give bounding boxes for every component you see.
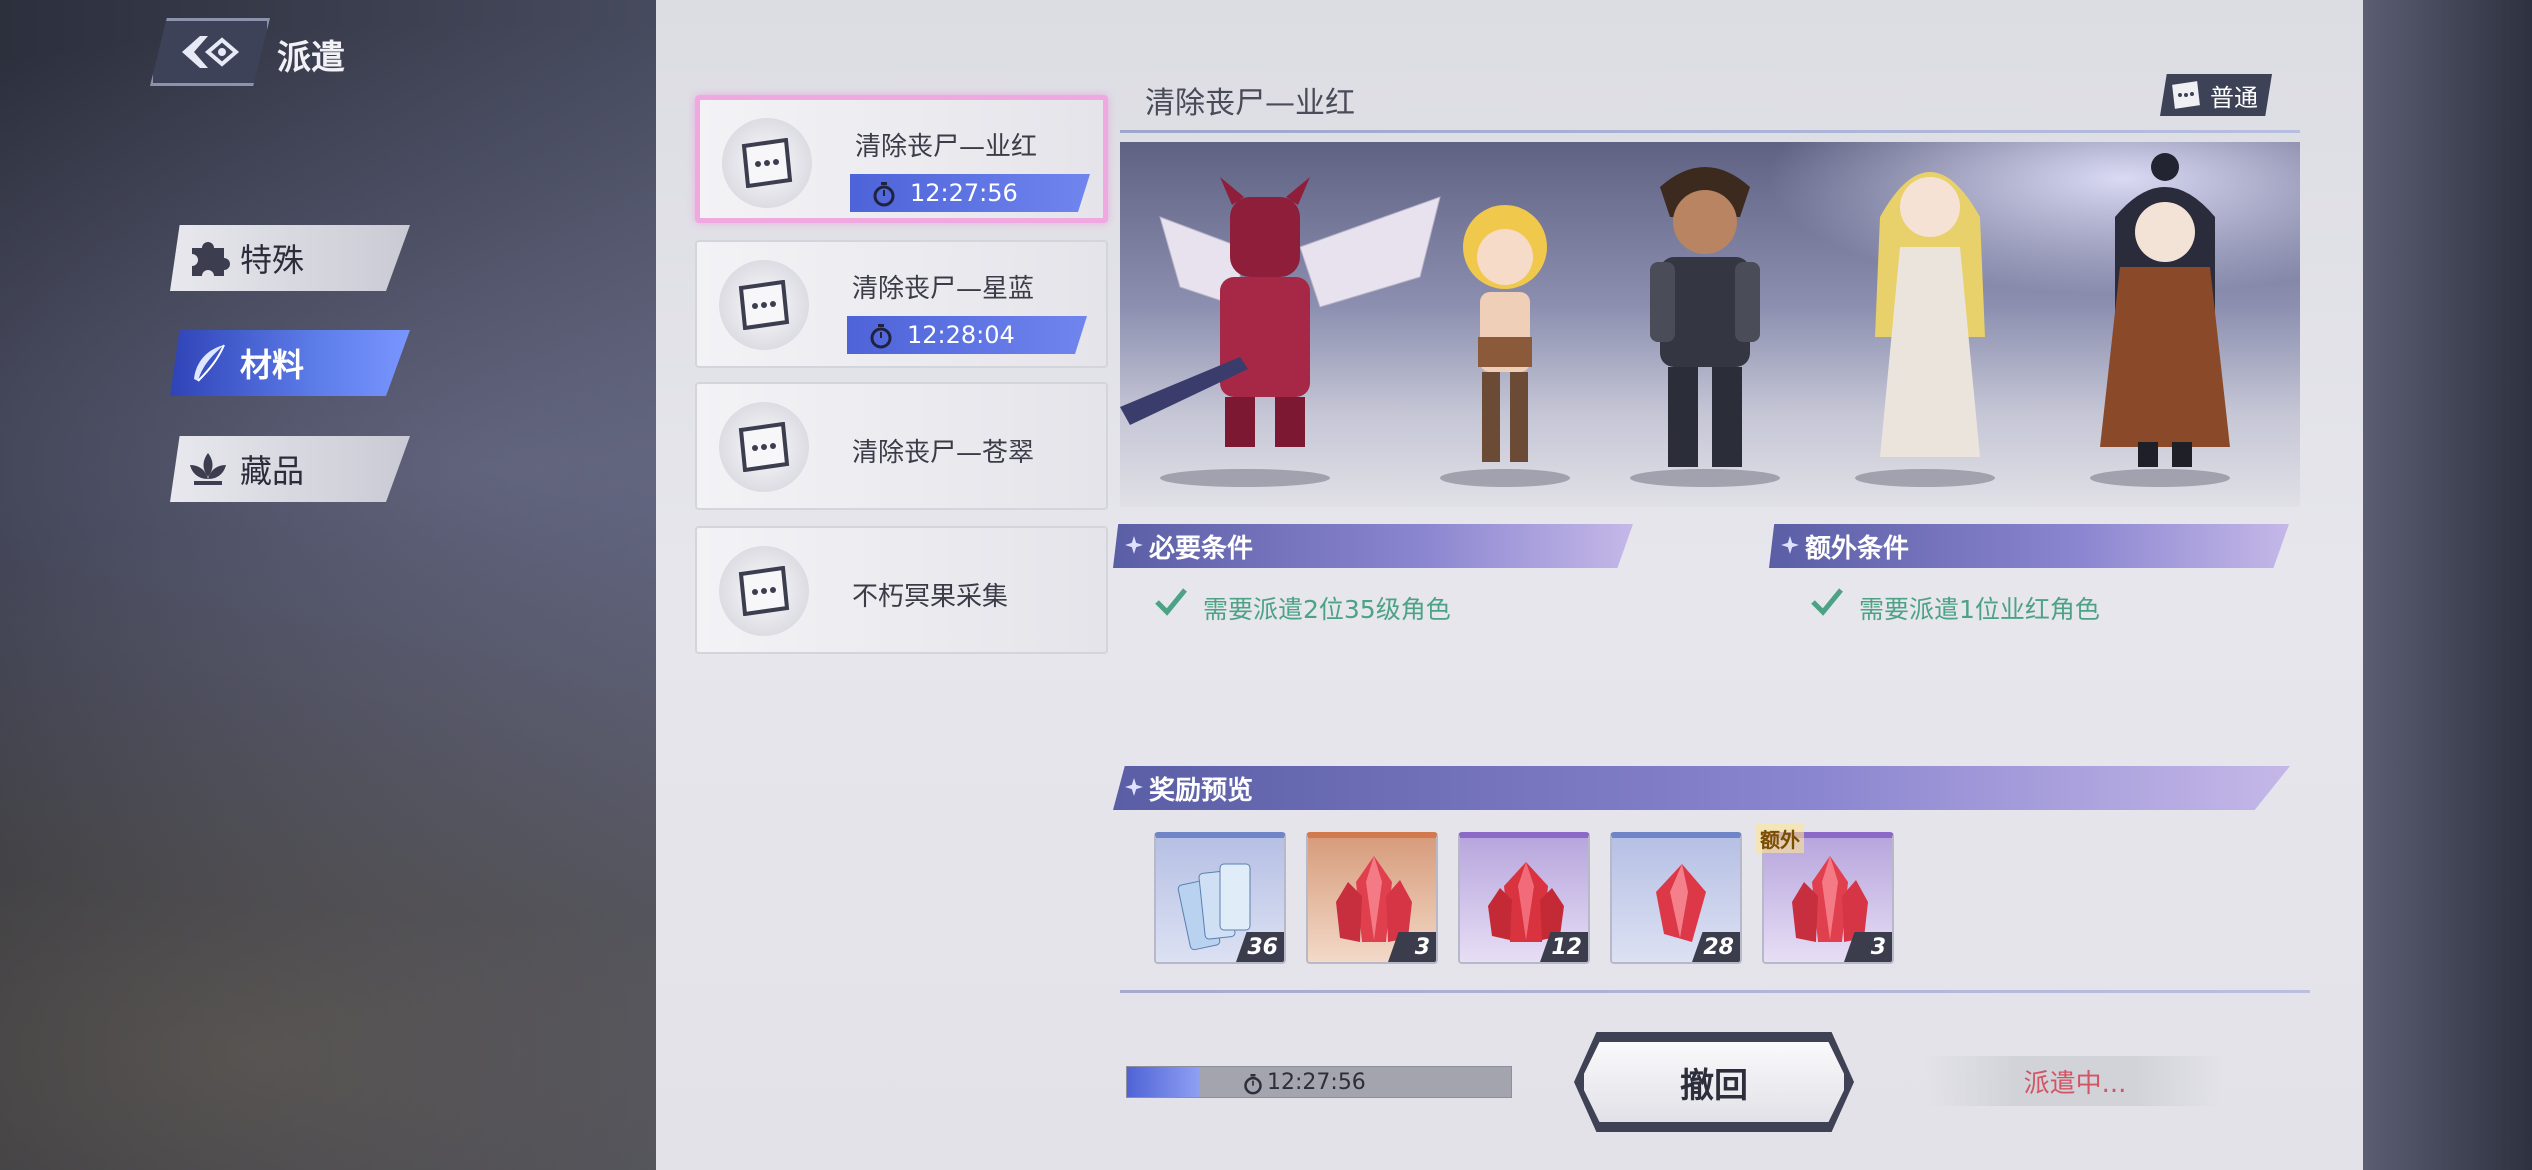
stopwatch-icon — [1244, 1074, 1262, 1095]
task-item-crimson[interactable]: 清除丧尸—业红 12:27:56 — [695, 95, 1108, 223]
background-edge — [2363, 0, 2532, 1170]
scroll-icon — [722, 118, 812, 208]
page-title: 派遣 — [277, 38, 345, 78]
character-cloaked-girl — [2100, 153, 2230, 467]
category-tab-collection[interactable]: 藏品 — [170, 436, 410, 502]
banner-label: 必要条件 — [1149, 533, 1254, 564]
extra-conditions-header: 额外条件 — [1769, 524, 2289, 568]
task-timer: 12:27:56 — [850, 174, 1090, 212]
star-icon — [1125, 536, 1143, 554]
star-icon — [1781, 536, 1799, 554]
scroll-icon — [719, 546, 809, 636]
character-white-dress-lady — [1875, 172, 1985, 457]
recall-button[interactable]: 撤回 — [1580, 1038, 1848, 1126]
star-icon — [1125, 778, 1143, 796]
task-name: 清除丧尸—星蓝 — [852, 274, 1035, 304]
task-item-verdant[interactable]: 清除丧尸—苍翠 — [695, 382, 1108, 510]
task-name: 清除丧尸—苍翠 — [852, 438, 1035, 468]
reward-item[interactable]: 12 — [1458, 832, 1590, 964]
back-arrow-icon — [182, 36, 240, 68]
extra-condition: 需要派遣1位业红角色 — [1811, 588, 2100, 626]
task-name: 清除丧尸—业红 — [855, 132, 1038, 162]
task-name: 不朽冥果采集 — [852, 582, 1009, 612]
required-condition-text: 需要派遣2位35级角色 — [1203, 595, 1451, 624]
character-blonde-fighter — [1463, 205, 1547, 462]
required-condition: 需要派遣2位35级角色 — [1155, 588, 1451, 626]
category-label: 藏品 — [240, 452, 305, 490]
reward-item[interactable]: 28 — [1610, 832, 1742, 964]
task-timer: 12:28:04 — [847, 316, 1087, 354]
category-tab-special[interactable]: 特殊 — [170, 225, 410, 291]
task-item-immortal-fruit[interactable]: 不朽冥果采集 — [695, 526, 1108, 654]
character-armored-warrior — [1650, 167, 1760, 467]
lotus-icon — [190, 453, 226, 485]
back-button[interactable] — [150, 18, 270, 86]
scroll-icon — [719, 260, 809, 350]
task-timer-text: 12:27:56 — [910, 179, 1018, 207]
dispatch-status: 派遣中... — [1925, 1056, 2225, 1106]
mission-title: 清除丧尸—业红 — [1145, 86, 1355, 121]
puzzle-icon — [192, 242, 230, 276]
difficulty-badge: 普通 — [2160, 74, 2272, 116]
divider — [1120, 990, 2310, 993]
check-icon — [1155, 588, 1187, 616]
category-label: 材料 — [240, 346, 305, 384]
required-conditions-header: 必要条件 — [1113, 524, 1633, 568]
reward-item[interactable]: 36 — [1154, 832, 1286, 964]
banner-label: 奖励预览 — [1149, 775, 1254, 806]
character-crimson-demon — [1120, 177, 1441, 447]
reward-preview-header: 奖励预览 — [1113, 766, 2290, 810]
dispatch-progress-bar: 12:27:56 — [1126, 1066, 1512, 1098]
character-scene — [1120, 142, 2300, 507]
stopwatch-icon — [870, 324, 892, 349]
category-tab-materials[interactable]: 材料 — [170, 330, 410, 396]
divider — [1120, 130, 2300, 133]
task-item-star-blue[interactable]: 清除丧尸—星蓝 12:28:04 — [695, 240, 1108, 368]
progress-fill — [1127, 1067, 1200, 1097]
task-timer-text: 12:28:04 — [907, 321, 1015, 349]
stopwatch-icon — [873, 182, 895, 207]
banner-label: 额外条件 — [1805, 533, 1910, 564]
reward-item[interactable]: 3 — [1306, 832, 1438, 964]
scroll-icon — [719, 402, 809, 492]
progress-time: 12:27:56 — [1267, 1070, 1366, 1095]
difficulty-label: 普通 — [2210, 83, 2258, 112]
feather-icon — [194, 344, 225, 382]
category-label: 特殊 — [240, 241, 305, 279]
extra-condition-text: 需要派遣1位业红角色 — [1859, 595, 2100, 624]
scroll-icon — [2169, 78, 2203, 112]
extra-reward-tag: 额外 — [1756, 824, 1804, 853]
check-icon — [1811, 588, 1843, 616]
